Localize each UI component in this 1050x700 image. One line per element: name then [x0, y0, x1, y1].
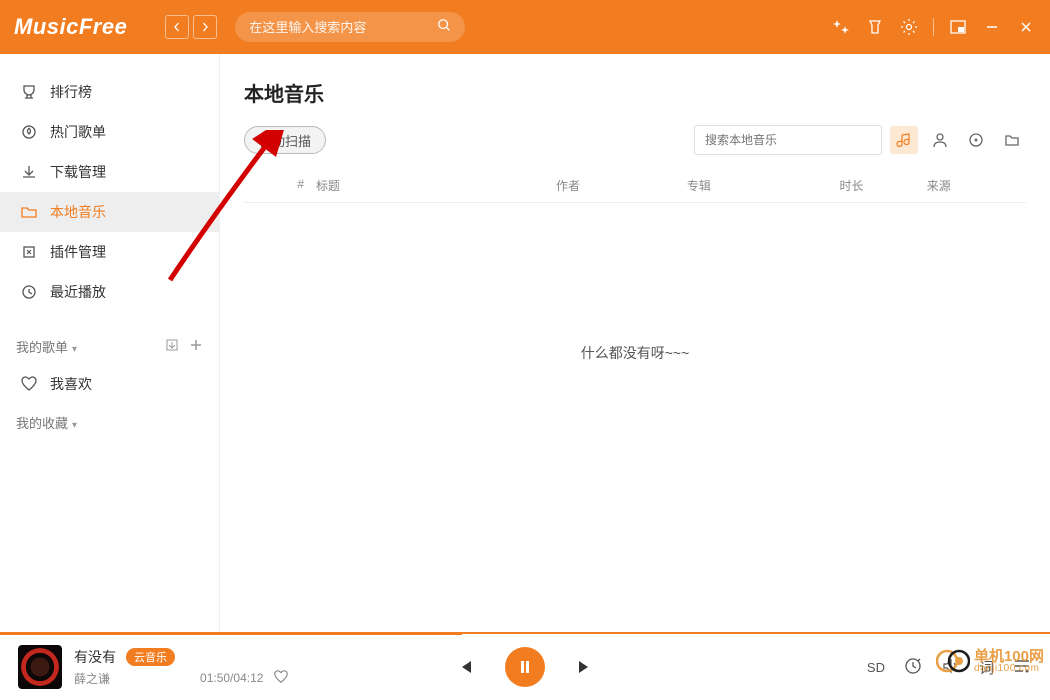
- next-button[interactable]: [575, 656, 597, 678]
- sidebar-item-label: 排行榜: [50, 82, 92, 102]
- sidebar-item-hot[interactable]: 热门歌单: [0, 112, 219, 152]
- hot-icon: [20, 123, 38, 141]
- playlist-icon[interactable]: [1012, 656, 1032, 679]
- main-content: 本地音乐 自动扫描 # 标题 作者 专辑 时长 来源 什么都没有呀~~~: [220, 54, 1050, 632]
- pause-button[interactable]: [505, 647, 545, 687]
- sidebar-item-label: 我喜欢: [50, 374, 92, 394]
- elapsed-time: 01:50: [200, 671, 230, 685]
- header-divider: [933, 18, 934, 36]
- close-icon[interactable]: [1016, 17, 1036, 37]
- search-icon: [437, 18, 451, 37]
- lyrics-button[interactable]: 词: [979, 657, 994, 678]
- artist-view-icon[interactable]: [926, 126, 954, 154]
- favorite-heart-icon[interactable]: [273, 669, 289, 688]
- mini-mode-icon[interactable]: [948, 17, 968, 37]
- track-title: 有没有: [74, 647, 116, 667]
- sidebar-item-label: 下载管理: [50, 162, 106, 182]
- folder-view-icon[interactable]: [998, 126, 1026, 154]
- sidebar-item-label: 本地音乐: [50, 202, 106, 222]
- sidebar-item-download[interactable]: 下载管理: [0, 152, 219, 192]
- sidebar-section-playlist[interactable]: 我的歌单▾: [0, 328, 219, 364]
- quality-label[interactable]: SD: [867, 660, 885, 675]
- prev-button[interactable]: [453, 656, 475, 678]
- theme-icon[interactable]: [865, 17, 885, 37]
- col-album: 专辑: [687, 177, 840, 194]
- app-title: MusicFree: [14, 14, 127, 40]
- sidebar-item-plugin[interactable]: 插件管理: [0, 232, 219, 272]
- add-icon[interactable]: [189, 338, 203, 355]
- settings-icon[interactable]: [899, 17, 919, 37]
- total-time: 04:12: [233, 671, 263, 685]
- col-source: 来源: [927, 177, 1014, 194]
- speed-icon[interactable]: [903, 656, 923, 679]
- col-author: 作者: [556, 177, 687, 194]
- sidebar-item-recent[interactable]: 最近播放: [0, 272, 219, 312]
- empty-state: 什么都没有呀~~~: [244, 203, 1026, 632]
- volume-icon[interactable]: [941, 656, 961, 679]
- sidebar-item-label: 插件管理: [50, 242, 106, 262]
- sidebar-item-label: 热门歌单: [50, 122, 106, 142]
- col-duration: 时长: [840, 177, 927, 194]
- folder-icon: [20, 203, 38, 221]
- source-badge: 云音乐: [126, 648, 175, 666]
- heart-icon: [20, 375, 38, 393]
- sidebar-item-label: 最近播放: [50, 282, 106, 302]
- sidebar-item-favorite[interactable]: 我喜欢: [0, 364, 219, 404]
- sidebar: 排行榜 热门歌单 下载管理 本地音乐 插件管理 最近播放 我的歌单▾: [0, 54, 220, 632]
- sparkle-icon[interactable]: [831, 17, 851, 37]
- album-view-icon[interactable]: [962, 126, 990, 154]
- clock-icon: [20, 283, 38, 301]
- album-art[interactable]: [18, 645, 62, 689]
- minimize-icon[interactable]: [982, 17, 1002, 37]
- col-title: 标题: [316, 177, 556, 194]
- chevron-down-icon: ▾: [72, 420, 77, 431]
- download-icon: [20, 163, 38, 181]
- plugin-icon: [20, 243, 38, 261]
- table-header: # 标题 作者 专辑 时长 来源: [244, 169, 1026, 203]
- header: MusicFree: [0, 0, 1050, 54]
- page-title: 本地音乐: [244, 78, 1026, 107]
- col-index: #: [256, 177, 316, 194]
- sidebar-section-collection[interactable]: 我的收藏▾: [0, 404, 219, 440]
- auto-scan-button[interactable]: 自动扫描: [244, 126, 326, 154]
- music-view-icon[interactable]: [890, 126, 918, 154]
- chevron-down-icon: ▾: [72, 344, 77, 355]
- player-bar: 有没有 云音乐 薛之谦 01:50/04:12 SD 词: [0, 632, 1050, 700]
- nav-back-button[interactable]: [165, 15, 189, 39]
- nav-forward-button[interactable]: [193, 15, 217, 39]
- global-search-input[interactable]: [249, 20, 437, 35]
- track-artist: 薛之谦: [74, 670, 110, 687]
- local-search-input[interactable]: [694, 125, 882, 155]
- trophy-icon: [20, 83, 38, 101]
- sidebar-item-local[interactable]: 本地音乐: [0, 192, 219, 232]
- sidebar-item-ranking[interactable]: 排行榜: [0, 72, 219, 112]
- progress-bar[interactable]: [0, 633, 1050, 635]
- global-search-box[interactable]: [235, 12, 465, 42]
- import-icon[interactable]: [165, 338, 179, 355]
